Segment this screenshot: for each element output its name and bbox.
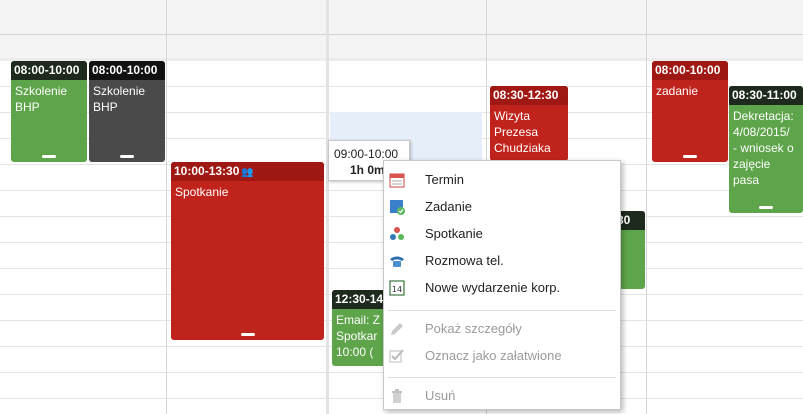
event-time: 12:30-14 (332, 290, 388, 309)
event-zadanie[interactable]: 08:00-10:00 zadanie (652, 61, 728, 162)
menu-item-label: Pokaż szczegóły (425, 321, 522, 336)
event-title: Szkolenie BHP (15, 84, 68, 114)
selection-duration: 1h 0m (350, 163, 385, 177)
menu-item-nowe-wydarzenie[interactable]: 14 Nowe wydarzenie korp. (384, 275, 620, 301)
corporate-event-icon: 14 (389, 280, 405, 296)
event-time: 08:30-11:00 (729, 86, 803, 105)
resize-handle[interactable] (42, 155, 56, 158)
event-title: Dekretacja: 4/08/2015/ - wniosek o zajęc… (733, 109, 794, 187)
grid-line (0, 34, 803, 35)
event-time: 08:00-10:00 (89, 61, 165, 80)
event-dekretacja[interactable]: 08:30-11:00 Dekretacja: 4/08/2015/ - wni… (729, 86, 803, 213)
phone-icon (389, 253, 405, 269)
selection-range: 09:00-10:00 (334, 147, 399, 161)
menu-item-label: Zadanie (425, 199, 472, 214)
menu-item-termin[interactable]: Termin (384, 167, 620, 193)
meeting-icon (389, 226, 405, 242)
check-icon (389, 348, 405, 364)
attendees-icon: 👥 (241, 167, 254, 178)
menu-item-label: Nowe wydarzenie korp. (425, 280, 561, 295)
menu-item-label: Oznacz jako załatwione (425, 348, 562, 363)
menu-separator (388, 310, 616, 311)
day-column-divider (166, 0, 167, 414)
event-title: Szkolenie BHP (93, 84, 146, 114)
event-szkolenie-bhp-2[interactable]: 08:00-10:00 Szkolenie BHP (89, 61, 165, 162)
menu-item-pokaz-szczegoly[interactable]: Pokaż szczegóły (384, 316, 620, 342)
event-title: Email: Z Spotkar 10:00 ( (336, 313, 381, 359)
calendar-grid[interactable]: 08:00-10:00 Szkolenie BHP 08:00-10:00 Sz… (0, 0, 803, 414)
event-szkolenie-bhp-1[interactable]: 08:00-10:00 Szkolenie BHP (11, 61, 87, 162)
resize-handle[interactable] (759, 206, 773, 209)
resize-handle[interactable] (120, 155, 134, 158)
event-time: 08:30-12:30 (490, 86, 568, 105)
event-title: zadanie (656, 84, 699, 98)
menu-item-label: Rozmowa tel. (425, 253, 504, 268)
menu-item-label: Spotkanie (425, 226, 483, 241)
menu-separator (388, 377, 616, 378)
event-time: 10:00-13:30 (174, 164, 240, 178)
event-time: 08:00-10:00 (11, 61, 87, 80)
task-icon (389, 199, 405, 215)
menu-item-rozmowa-tel[interactable]: Rozmowa tel. (384, 248, 620, 274)
day-column-divider (646, 0, 647, 414)
calendar-icon (389, 172, 405, 188)
day-column-divider (326, 0, 329, 414)
menu-item-oznacz-zalatwione[interactable]: Oznacz jako załatwione (384, 343, 620, 369)
event-time: 08:00-10:00 (652, 61, 728, 80)
trash-icon (389, 388, 405, 404)
svg-text:14: 14 (392, 285, 402, 294)
event-title: Wizyta Prezesa Chudziaka (494, 109, 551, 155)
resize-handle[interactable] (240, 333, 255, 336)
context-menu: Termin Zadanie Spotkanie Rozmowa tel. 14… (383, 160, 621, 410)
event-spotkanie[interactable]: 10:00-13:30 👥 Spotkanie (171, 162, 324, 340)
menu-item-zadanie[interactable]: Zadanie (384, 194, 620, 220)
event-email[interactable]: 12:30-14 Email: Z Spotkar 10:00 ( (332, 290, 388, 366)
menu-item-spotkanie[interactable]: Spotkanie (384, 221, 620, 247)
calendar-header-strip (0, 0, 803, 58)
menu-item-usun[interactable]: Usuń (384, 383, 620, 409)
resize-handle[interactable] (683, 155, 697, 158)
pencil-icon (389, 321, 405, 337)
menu-item-label: Termin (425, 172, 465, 187)
event-wizyta-prezesa[interactable]: 08:30-12:30 Wizyta Prezesa Chudziaka (490, 86, 568, 161)
event-title: Spotkanie (175, 185, 229, 199)
menu-item-label: Usuń (425, 388, 456, 403)
